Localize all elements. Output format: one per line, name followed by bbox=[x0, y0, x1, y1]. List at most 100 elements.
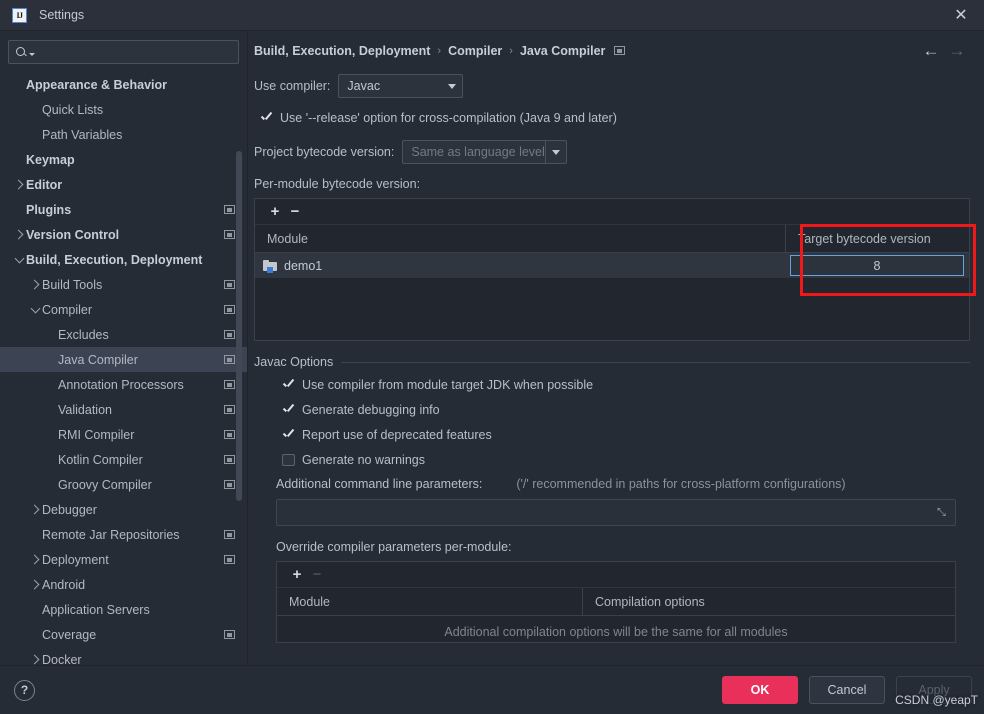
project-scope-badge-icon bbox=[224, 205, 235, 214]
use-compiler-value: Javac bbox=[347, 79, 381, 93]
chevron-right-icon[interactable] bbox=[28, 279, 42, 290]
chevron-right-icon[interactable] bbox=[12, 179, 26, 190]
project-scope-badge-icon bbox=[224, 280, 235, 289]
sidebar-item-plugins[interactable]: Plugins bbox=[0, 197, 247, 222]
chevron-right-icon[interactable] bbox=[28, 554, 42, 565]
column-header-target-bytecode[interactable]: Target bytecode version bbox=[785, 225, 969, 252]
column-header-compilation-options[interactable]: Compilation options bbox=[582, 588, 955, 615]
use-compiler-label: Use compiler: bbox=[254, 79, 331, 93]
column-header-module[interactable]: Module bbox=[277, 595, 582, 609]
sidebar-item-label: Appearance & Behavior bbox=[26, 77, 168, 92]
sidebar-item-remote-jar-repositories[interactable]: Remote Jar Repositories bbox=[0, 522, 247, 547]
module-table-blank-area bbox=[255, 278, 969, 340]
release-option-checkbox[interactable] bbox=[260, 112, 273, 125]
javac-option-checkbox[interactable] bbox=[282, 404, 295, 417]
breadcrumb-part-3[interactable]: Java Compiler bbox=[520, 44, 605, 58]
sidebar-item-compiler[interactable]: Compiler bbox=[0, 297, 247, 322]
sidebar-item-validation[interactable]: Validation bbox=[0, 397, 247, 422]
release-option-label: Use '--release' option for cross-compila… bbox=[280, 111, 617, 125]
javac-option-checkbox[interactable] bbox=[282, 454, 295, 466]
add-module-button[interactable]: + bbox=[265, 202, 285, 222]
project-bytecode-select[interactable]: Same as language level bbox=[402, 140, 568, 164]
use-compiler-select[interactable]: Javac bbox=[338, 74, 464, 98]
javac-option-row[interactable]: Report use of deprecated features bbox=[282, 428, 970, 442]
breadcrumb-part-1[interactable]: Build, Execution, Deployment bbox=[254, 44, 430, 58]
sidebar-item-kotlin-compiler[interactable]: Kotlin Compiler bbox=[0, 447, 247, 472]
sidebar-item-appearance-behavior[interactable]: Appearance & Behavior bbox=[0, 72, 247, 97]
javac-option-row[interactable]: Generate debugging info bbox=[282, 403, 970, 417]
help-icon[interactable]: ? bbox=[14, 679, 35, 701]
target-bytecode-cell[interactable]: 8 bbox=[785, 255, 969, 276]
ok-button[interactable]: OK bbox=[722, 676, 798, 704]
column-header-module[interactable]: Module bbox=[255, 232, 785, 246]
sidebar-item-deployment[interactable]: Deployment bbox=[0, 547, 247, 572]
sidebar-item-editor[interactable]: Editor bbox=[0, 172, 247, 197]
breadcrumb-separator-1: › bbox=[437, 44, 442, 57]
sidebar-item-label: Compiler bbox=[42, 302, 93, 317]
sidebar-item-rmi-compiler[interactable]: RMI Compiler bbox=[0, 422, 247, 447]
close-icon[interactable]: ✕ bbox=[946, 2, 976, 28]
project-scope-badge-icon bbox=[224, 555, 235, 564]
sidebar-item-docker[interactable]: Docker bbox=[0, 647, 247, 665]
override-add-button[interactable]: + bbox=[287, 565, 307, 585]
module-folder-icon bbox=[263, 259, 278, 273]
javac-option-row[interactable]: Generate no warnings bbox=[282, 453, 970, 467]
sidebar-item-annotation-processors[interactable]: Annotation Processors bbox=[0, 372, 247, 397]
remove-module-button[interactable]: − bbox=[285, 202, 305, 222]
sidebar-item-groovy-compiler[interactable]: Groovy Compiler bbox=[0, 472, 247, 497]
sidebar-item-quick-lists[interactable]: Quick Lists bbox=[0, 97, 247, 122]
sidebar-item-label: Kotlin Compiler bbox=[58, 452, 143, 467]
settings-tree[interactable]: Appearance & Behavior Quick Lists Path Var… bbox=[0, 70, 247, 665]
sidebar-item-android[interactable]: Android bbox=[0, 572, 247, 597]
breadcrumb-part-2[interactable]: Compiler bbox=[448, 44, 502, 58]
intellij-logo-icon: IJ bbox=[12, 7, 27, 23]
sidebar-item-build-tools[interactable]: Build Tools bbox=[0, 272, 247, 297]
sidebar-item-label: Application Servers bbox=[42, 602, 150, 617]
chevron-down-icon[interactable] bbox=[12, 253, 26, 263]
chevron-down-icon[interactable] bbox=[28, 303, 42, 313]
sidebar-item-build-execution-deployment[interactable]: Build, Execution, Deployment bbox=[0, 247, 247, 272]
breadcrumb-separator-2: › bbox=[509, 44, 513, 57]
sidebar-item-label: Excludes bbox=[58, 327, 109, 342]
project-scope-badge-icon bbox=[224, 355, 235, 364]
back-arrow-icon[interactable]: ← bbox=[918, 39, 944, 63]
dialog-body: Appearance & Behavior Quick Lists Path Var… bbox=[0, 31, 984, 665]
javac-option-checkbox[interactable] bbox=[282, 379, 295, 392]
sidebar-item-label: Path Variables bbox=[42, 127, 123, 142]
cancel-button[interactable]: Cancel bbox=[809, 676, 885, 704]
additional-params-hint: ('/' recommended in paths for cross-plat… bbox=[516, 477, 846, 491]
sidebar-item-java-compiler[interactable]: Java Compiler bbox=[0, 347, 247, 372]
sidebar-item-coverage[interactable]: Coverage bbox=[0, 622, 247, 647]
javac-option-row[interactable]: Use compiler from module target JDK when… bbox=[282, 378, 970, 392]
sidebar-item-label: Android bbox=[42, 577, 86, 592]
javac-options-checkbox-list: Use compiler from module target JDK when… bbox=[254, 378, 970, 467]
sidebar-item-keymap[interactable]: Keymap bbox=[0, 147, 247, 172]
chevron-right-icon[interactable] bbox=[28, 579, 42, 590]
per-module-bytecode-label: Per-module bytecode version: bbox=[254, 177, 421, 191]
sidebar-item-label: Version Control bbox=[26, 227, 120, 242]
project-scope-badge-icon bbox=[224, 430, 235, 439]
sidebar-item-label: Quick Lists bbox=[42, 102, 104, 117]
javac-options-group-title: Javac Options bbox=[254, 355, 970, 369]
release-option-row[interactable]: Use '--release' option for cross-compila… bbox=[260, 111, 970, 125]
project-scope-badge-icon bbox=[224, 230, 235, 239]
sidebar-item-version-control[interactable]: Version Control bbox=[0, 222, 247, 247]
table-row[interactable]: demo1 8 bbox=[255, 253, 969, 278]
chevron-right-icon[interactable] bbox=[28, 504, 42, 515]
settings-dialog: IJ Settings ✕ Appearance & Behavior Quick… bbox=[0, 0, 984, 714]
chevron-right-icon[interactable] bbox=[28, 654, 42, 665]
sidebar-item-excludes[interactable]: Excludes bbox=[0, 322, 247, 347]
search-box[interactable] bbox=[8, 40, 239, 64]
override-remove-button: − bbox=[312, 566, 322, 583]
javac-option-checkbox[interactable] bbox=[282, 429, 295, 442]
sidebar-item-debugger[interactable]: Debugger bbox=[0, 497, 247, 522]
additional-params-input[interactable]: ⤡ bbox=[276, 499, 956, 526]
expand-icon[interactable]: ⤡ bbox=[937, 507, 948, 518]
chevron-right-icon[interactable] bbox=[12, 229, 26, 240]
sidebar-scrollbar[interactable] bbox=[236, 151, 242, 501]
sidebar-item-path-variables[interactable]: Path Variables bbox=[0, 122, 247, 147]
sidebar-item-application-servers[interactable]: Application Servers bbox=[0, 597, 247, 622]
search-input[interactable] bbox=[35, 45, 232, 59]
target-bytecode-input[interactable]: 8 bbox=[790, 255, 964, 276]
chevron-down-icon bbox=[441, 83, 462, 89]
